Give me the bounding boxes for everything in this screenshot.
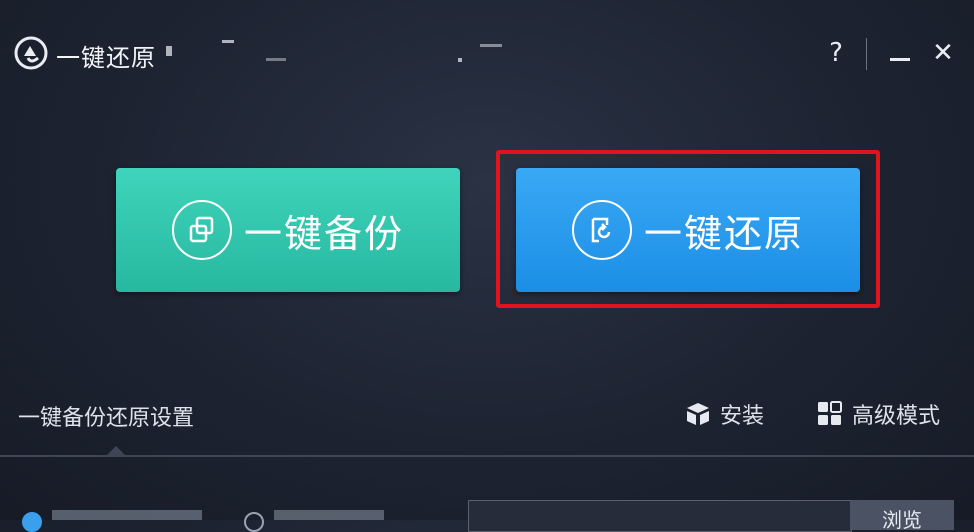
grid-icon (818, 401, 842, 425)
minimize-icon (890, 58, 910, 61)
title-separator (866, 38, 867, 70)
box-icon (687, 403, 709, 425)
window-title: 一键还原 (56, 44, 156, 72)
install-button[interactable]: 安装 (684, 398, 764, 430)
option-radio-selected[interactable] (22, 512, 42, 532)
settings-section-label[interactable]: 一键备份还原设置 (18, 400, 194, 432)
backup-button[interactable]: 一键备份 (116, 168, 460, 292)
close-button[interactable]: ✕ (928, 36, 958, 70)
backup-path-input[interactable] (468, 500, 852, 532)
app-logo-icon (14, 36, 48, 70)
settings-tab-pointer (106, 446, 126, 456)
install-label: 安装 (720, 404, 765, 429)
title-bar: 一键还原 ? ✕ (0, 0, 974, 100)
minimize-button[interactable] (884, 36, 914, 70)
restore-highlight-frame (496, 150, 880, 308)
blurred-title-text (266, 58, 286, 61)
help-button[interactable]: ? (822, 36, 850, 70)
blurred-title-text (166, 46, 172, 56)
option-radio[interactable] (244, 512, 264, 532)
advanced-mode-button[interactable]: 高级模式 (816, 398, 940, 430)
advanced-mode-label: 高级模式 (852, 404, 941, 429)
blurred-option-text (274, 510, 384, 520)
settings-divider (0, 455, 974, 457)
blurred-title-text (222, 40, 234, 43)
browse-button[interactable]: 浏览 (850, 500, 954, 530)
backup-label: 一键备份 (243, 211, 404, 256)
blurred-title-text (480, 44, 502, 47)
blurred-title-text (458, 58, 462, 62)
copy-squares-icon (171, 200, 232, 260)
blurred-option-text (52, 510, 202, 520)
